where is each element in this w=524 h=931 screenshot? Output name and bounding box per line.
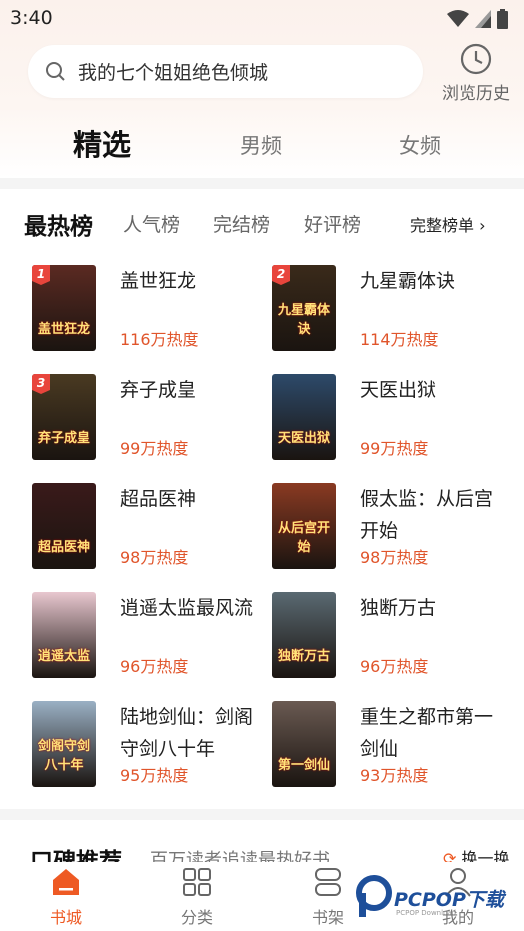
book-title: 独断万古 xyxy=(360,597,437,619)
ranking-tab-rated[interactable]: 好评榜 xyxy=(304,210,361,237)
nav-bookstore[interactable]: 书城 xyxy=(26,866,106,928)
book-item[interactable]: 2 九星霸体诀 九星霸体诀 114万热度 xyxy=(272,265,512,357)
section-divider xyxy=(0,809,524,820)
book-item[interactable]: 3 弃子成皇 弃子成皇 99万热度 xyxy=(32,374,272,466)
book-item[interactable]: 超品医神 超品医神 98万热度 xyxy=(32,483,272,575)
section-divider xyxy=(0,178,524,189)
cover-title: 弃子成皇 xyxy=(37,431,90,446)
book-cover: 逍遥太监 xyxy=(32,592,96,678)
channel-tabs: 精选 男频 女频 xyxy=(0,118,524,166)
search-icon xyxy=(46,62,65,81)
book-item[interactable]: 天医出狱 天医出狱 99万热度 xyxy=(272,374,512,466)
cover-title: 盖世狂龙 xyxy=(37,322,90,337)
book-item[interactable]: 从后宫开始 假太监：从后宫开始 98万热度 xyxy=(272,483,512,575)
status-time: 3:40 xyxy=(10,7,53,29)
book-title: 超品医神 xyxy=(120,488,197,510)
signal-icon xyxy=(475,10,491,28)
book-title: 九星霸体诀 xyxy=(360,270,456,292)
ranking-header: 最热榜 人气榜 完结榜 好评榜 完整榜单 › xyxy=(0,197,524,247)
book-heat: 98万热度 xyxy=(120,548,189,567)
book-cover: 超品医神 xyxy=(32,483,96,569)
cover-title: 超品医神 xyxy=(37,540,90,555)
recommend-subtitle: 百万读者追读最热好书 xyxy=(150,850,330,862)
nav-category-label: 分类 xyxy=(180,908,213,927)
book-item[interactable]: 逍遥太监 逍遥太监最风流 96万热度 xyxy=(32,592,272,684)
bookstore-icon xyxy=(53,869,79,895)
book-item[interactable]: 剑阁守剑八十年 陆地剑仙：剑阁守剑八十年 95万热度 xyxy=(32,701,272,793)
book-heat: 114万热度 xyxy=(360,330,439,349)
chevron-right-icon: › xyxy=(479,216,486,235)
book-cover: 剑阁守剑八十年 xyxy=(32,701,96,787)
book-heat: 96万热度 xyxy=(360,657,429,676)
rank-badge: 2 xyxy=(272,265,290,285)
book-heat: 93万热度 xyxy=(360,766,429,785)
book-cover: 3 弃子成皇 xyxy=(32,374,96,460)
nav-bookstore-label: 书城 xyxy=(49,908,82,927)
nav-category[interactable]: 分类 xyxy=(157,866,237,928)
history-label: 浏览历史 xyxy=(442,84,510,104)
recommend-header: 口碑推荐 百万读者追读最热好书 ⟳ 换一换 xyxy=(0,830,524,862)
search-bar[interactable]: 我的七个姐姐绝色倾城 xyxy=(28,45,423,98)
watermark-subtext: PCPOP Download xyxy=(396,909,457,917)
wifi-icon xyxy=(447,10,469,27)
ranking-title: 最热榜 xyxy=(24,214,93,240)
rank-badge: 1 xyxy=(32,265,50,285)
refresh-button[interactable]: ⟳ 换一换 xyxy=(443,845,510,862)
book-cover: 第一剑仙 xyxy=(272,701,336,787)
ranking-tab-popular[interactable]: 人气榜 xyxy=(123,210,180,237)
book-item[interactable]: 独断万古 独断万古 96万热度 xyxy=(272,592,512,684)
watermark-logo-icon xyxy=(356,875,392,917)
refresh-label: 换一换 xyxy=(461,849,510,862)
tab-featured[interactable]: 精选 xyxy=(73,122,131,164)
status-bar: 3:40 xyxy=(0,0,524,36)
status-icons xyxy=(447,9,508,29)
book-heat: 96万热度 xyxy=(120,657,189,676)
book-title: 逍遥太监最风流 xyxy=(120,597,254,619)
book-heat: 99万热度 xyxy=(360,439,429,458)
full-ranking-link[interactable]: 完整榜单 › xyxy=(410,212,486,236)
cover-title: 独断万古 xyxy=(277,649,330,664)
book-heat: 98万热度 xyxy=(360,548,429,567)
search-placeholder: 我的七个姐姐绝色倾城 xyxy=(78,62,269,84)
book-cover: 独断万古 xyxy=(272,592,336,678)
book-title: 陆地剑仙：剑阁守剑八十年 xyxy=(120,706,254,760)
book-heat: 99万热度 xyxy=(120,439,189,458)
book-cover: 2 九星霸体诀 xyxy=(272,265,336,351)
cover-title: 从后宫开始 xyxy=(277,521,330,555)
book-title: 弃子成皇 xyxy=(120,379,197,401)
book-item[interactable]: 1 盖世狂龙 盖世狂龙 116万热度 xyxy=(32,265,272,357)
battery-icon xyxy=(497,9,508,29)
refresh-icon: ⟳ xyxy=(443,849,457,862)
cover-title: 九星霸体诀 xyxy=(277,303,330,337)
book-title: 重生之都市第一剑仙 xyxy=(360,706,494,760)
book-item[interactable]: 第一剑仙 重生之都市第一剑仙 93万热度 xyxy=(272,701,512,793)
tab-male[interactable]: 男频 xyxy=(240,130,282,160)
bookshelf-icon xyxy=(315,868,341,896)
watermark: PCPOP下载 PCPOP Download xyxy=(356,873,522,923)
book-heat: 95万热度 xyxy=(120,766,189,785)
clock-icon xyxy=(460,43,492,75)
cover-title: 剑阁守剑八十年 xyxy=(37,739,90,773)
history-button[interactable]: 浏览历史 xyxy=(438,42,514,104)
category-grid-icon xyxy=(183,868,211,896)
tab-female[interactable]: 女频 xyxy=(399,130,441,160)
rank-badge: 3 xyxy=(32,374,50,394)
cover-title: 第一剑仙 xyxy=(277,758,330,773)
recommend-title: 口碑推荐 xyxy=(30,849,122,862)
book-cover: 从后宫开始 xyxy=(272,483,336,569)
book-title: 天医出狱 xyxy=(360,379,437,401)
book-cover: 1 盖世狂龙 xyxy=(32,265,96,351)
cover-title: 天医出狱 xyxy=(277,431,330,446)
book-title: 假太监：从后宫开始 xyxy=(360,488,494,542)
ranking-tab-completed[interactable]: 完结榜 xyxy=(213,210,270,237)
book-heat: 116万热度 xyxy=(120,330,199,349)
book-cover: 天医出狱 xyxy=(272,374,336,460)
full-ranking-label: 完整榜单 xyxy=(410,216,475,235)
book-title: 盖世狂龙 xyxy=(120,270,197,292)
cover-title: 逍遥太监 xyxy=(37,649,90,664)
watermark-text: PCPOP下载 xyxy=(394,889,504,911)
